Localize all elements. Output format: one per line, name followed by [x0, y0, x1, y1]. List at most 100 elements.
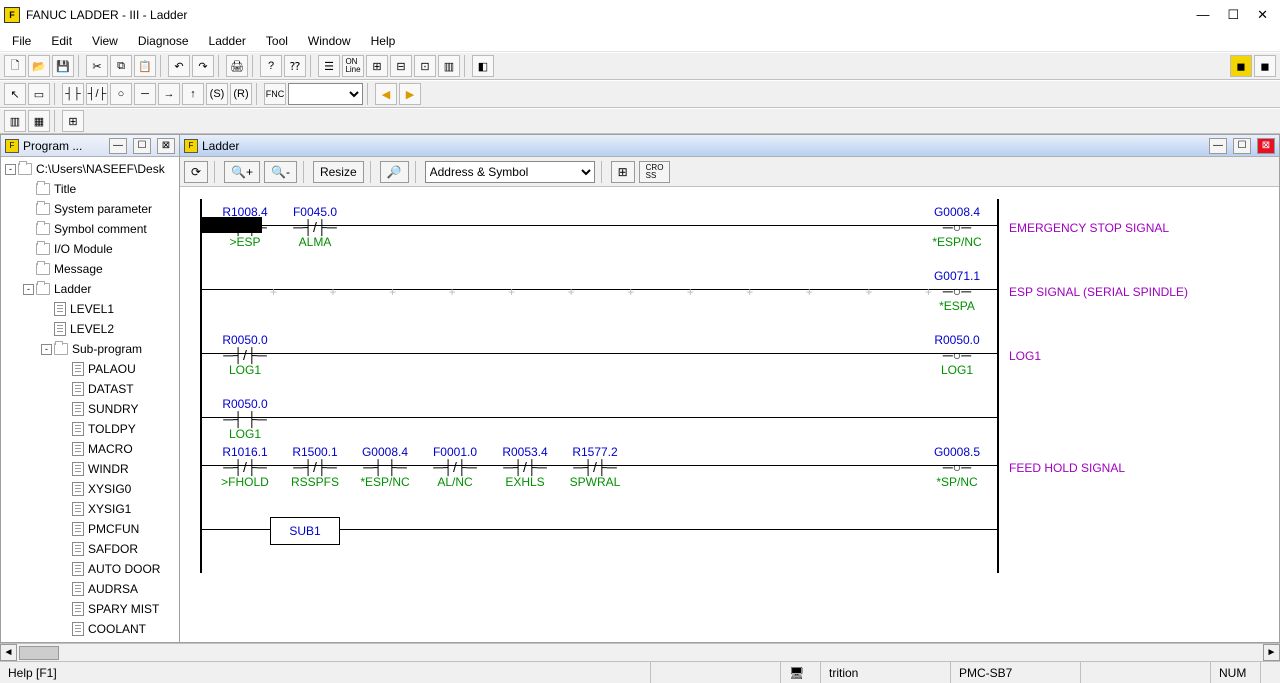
maximize-icon[interactable]: ☐: [1227, 7, 1239, 23]
menu-edit[interactable]: Edit: [43, 32, 80, 50]
tree-item[interactable]: LEVEL1: [1, 299, 179, 319]
ladder-contact[interactable]: F0045.0─┤/├─ALMA: [280, 205, 350, 249]
reset-button[interactable]: (R): [230, 83, 252, 105]
tree-item[interactable]: PMCFUN: [1, 519, 179, 539]
menu-file[interactable]: File: [4, 32, 39, 50]
tree-item[interactable]: COOLANT: [1, 619, 179, 639]
undo-button[interactable]: ↶: [168, 55, 190, 77]
minimize-icon[interactable]: —: [1196, 7, 1209, 23]
ladder-contact[interactable]: R0050.0─┤ ├─LOG1: [210, 397, 280, 441]
menu-tool[interactable]: Tool: [258, 32, 296, 50]
panel-close-button[interactable]: ⊠: [157, 138, 175, 154]
line-h-button[interactable]: ─: [134, 83, 156, 105]
ladder-contact[interactable]: R0050.0─┤/├─LOG1: [210, 333, 280, 377]
panel-min-button[interactable]: —: [109, 138, 127, 154]
display-mode-select[interactable]: Address & Symbol: [425, 161, 595, 183]
tool-button-2[interactable]: ⊟: [390, 55, 412, 77]
ladder-rung[interactable]: R1008.4─┤ ├─>ESPF0045.0─┤/├─ALMAG0008.4─…: [200, 199, 1259, 263]
no-contact-button[interactable]: ┤├: [62, 83, 84, 105]
tree-item[interactable]: XYSIG0: [1, 479, 179, 499]
help-button[interactable]: ?: [260, 55, 282, 77]
online-button[interactable]: ONLine: [342, 55, 364, 77]
menu-view[interactable]: View: [84, 32, 126, 50]
sub-instruction[interactable]: SUB1: [270, 517, 340, 545]
tree-item[interactable]: DATAST: [1, 379, 179, 399]
ladder-contact[interactable]: R1577.2─┤/├─SPWRAL: [560, 445, 630, 489]
tree-item[interactable]: SUNDRY: [1, 399, 179, 419]
find-button[interactable]: 🔎: [380, 161, 409, 183]
ladder-canvas[interactable]: R1008.4─┤ ├─>ESPF0045.0─┤/├─ALMAG0008.4─…: [180, 187, 1279, 642]
tool-rect-button[interactable]: ▭: [28, 83, 50, 105]
print-button[interactable]: 🖨: [226, 55, 248, 77]
cut-button[interactable]: ✂: [86, 55, 108, 77]
ladder-rung[interactable]: R1016.1─┤/├─>FHOLDR1500.1─┤/├─RSSPFSG000…: [200, 439, 1259, 503]
open-button[interactable]: 📂: [28, 55, 50, 77]
resize-button[interactable]: Resize: [313, 161, 364, 183]
mode-button-1[interactable]: ◼: [1230, 55, 1252, 77]
tree-item[interactable]: -Sub-program: [1, 339, 179, 359]
tree-root[interactable]: - C:\Users\NASEEF\Desk: [1, 159, 179, 179]
tree-item[interactable]: -Ladder: [1, 279, 179, 299]
tool-button-4[interactable]: ▥: [438, 55, 460, 77]
menu-help[interactable]: Help: [363, 32, 404, 50]
ladder-contact[interactable]: F0001.0─┤/├─AL/NC: [420, 445, 490, 489]
ladder-contact[interactable]: R0053.4─┤/├─EXHLS: [490, 445, 560, 489]
tree-item[interactable]: WINDR: [1, 459, 179, 479]
run-next-button[interactable]: ▶: [399, 83, 421, 105]
ladder-contact[interactable]: R1016.1─┤/├─>FHOLD: [210, 445, 280, 489]
paste-button[interactable]: 📋: [134, 55, 156, 77]
ladder-rung[interactable]: ++++++++++++G0071.1─○─*ESPAESP SIGNAL (S…: [200, 263, 1259, 327]
zoom-out-button[interactable]: 🔍-: [264, 161, 297, 183]
run-prev-button[interactable]: ◀: [375, 83, 397, 105]
tree-item[interactable]: I/O Module: [1, 239, 179, 259]
tree-item[interactable]: LEVEL2: [1, 319, 179, 339]
branch-up-button[interactable]: ↑: [182, 83, 204, 105]
tool-button-5[interactable]: ◧: [472, 55, 494, 77]
copy-button[interactable]: ⧉: [110, 55, 132, 77]
close-icon[interactable]: ✕: [1257, 7, 1268, 23]
ladder-contact[interactable]: G0008.4─┤ ├─*ESP/NC: [350, 445, 420, 489]
panel-max-button[interactable]: ☐: [133, 138, 151, 154]
whatsthis-button[interactable]: ⁇: [284, 55, 306, 77]
tree-item[interactable]: XYSIG1: [1, 499, 179, 519]
ladder-close-button[interactable]: ⊠: [1257, 138, 1275, 154]
ladder-coil[interactable]: R0050.0─○─LOG1: [917, 333, 997, 377]
refresh-button[interactable]: ⟳: [184, 161, 208, 183]
fnc-button[interactable]: FNC: [264, 83, 286, 105]
mode-button-2[interactable]: ◼: [1254, 55, 1276, 77]
ladder-coil[interactable]: G0071.1─○─*ESPA: [917, 269, 997, 313]
save-button[interactable]: 💾: [52, 55, 74, 77]
ladder-contact[interactable]: R1500.1─┤/├─RSSPFS: [280, 445, 350, 489]
horizontal-scrollbar[interactable]: ◄ ►: [0, 643, 1280, 661]
nc-contact-button[interactable]: ┤/├: [86, 83, 108, 105]
list-button[interactable]: ☰: [318, 55, 340, 77]
tree-item[interactable]: Message: [1, 259, 179, 279]
tree-item[interactable]: MACRO: [1, 439, 179, 459]
monitor-button-2[interactable]: ▦: [28, 110, 50, 132]
scroll-right-button[interactable]: ►: [1263, 644, 1280, 661]
ladder-rung[interactable]: SUB1: [200, 503, 1259, 573]
line-v-button[interactable]: →: [158, 83, 180, 105]
new-button[interactable]: 🗋: [4, 55, 26, 77]
ladder-rung[interactable]: R0050.0─┤/├─LOG1R0050.0─○─LOG1LOG1: [200, 327, 1259, 391]
grid-button[interactable]: ⊞: [611, 161, 635, 183]
scroll-left-button[interactable]: ◄: [0, 644, 17, 661]
redo-button[interactable]: ↷: [192, 55, 214, 77]
tool-button-1[interactable]: ⊞: [366, 55, 388, 77]
tree-item[interactable]: SAFDOR: [1, 539, 179, 559]
tree-item[interactable]: AUTO DOOR: [1, 559, 179, 579]
monitor-button-1[interactable]: ▥: [4, 110, 26, 132]
tree-item[interactable]: Title: [1, 179, 179, 199]
ladder-rung[interactable]: R0050.0─┤ ├─LOG1: [200, 391, 1259, 439]
monitor-button-3[interactable]: ⊞: [62, 110, 84, 132]
ladder-max-button[interactable]: ☐: [1233, 138, 1251, 154]
ladder-coil[interactable]: G0008.4─○─*ESP/NC: [917, 205, 997, 249]
cross-button[interactable]: CROSS: [639, 161, 671, 183]
tree-item[interactable]: Symbol comment: [1, 219, 179, 239]
set-button[interactable]: (S): [206, 83, 228, 105]
zoom-in-button[interactable]: 🔍+: [224, 161, 260, 183]
ladder-coil[interactable]: G0008.5─○─*SP/NC: [917, 445, 997, 489]
tool-button-3[interactable]: ⊡: [414, 55, 436, 77]
tree-item[interactable]: SPARY MIST: [1, 599, 179, 619]
tree-item[interactable]: TOLDPY: [1, 419, 179, 439]
